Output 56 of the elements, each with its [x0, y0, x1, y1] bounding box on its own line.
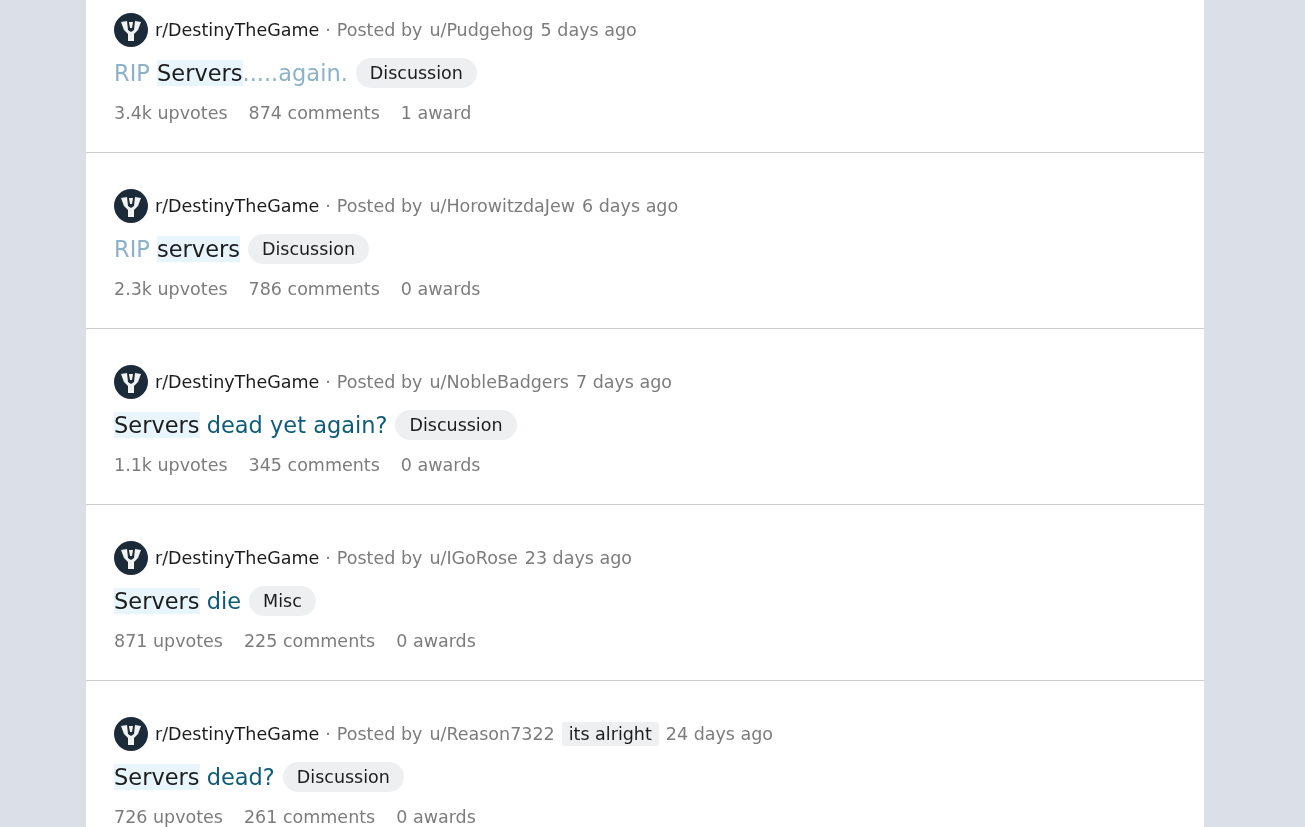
- separator-dot: ·: [325, 20, 331, 40]
- subreddit-icon[interactable]: [114, 189, 148, 223]
- posted-by-label: Posted by: [336, 548, 423, 568]
- upvote-count: 871 upvotes: [114, 631, 223, 651]
- subreddit-icon[interactable]: [114, 541, 148, 575]
- post-title[interactable]: Servers dead?: [114, 759, 275, 795]
- subreddit-link[interactable]: r/DestinyTheGame: [155, 724, 320, 744]
- post-time: 7 days ago: [575, 372, 673, 392]
- separator-dot: ·: [325, 724, 331, 744]
- award-count: 1 award: [400, 103, 472, 123]
- subreddit-link[interactable]: r/DestinyTheGame: [155, 196, 320, 216]
- upvote-count: 2.3k upvotes: [114, 279, 228, 299]
- comment-count: 345 comments: [248, 455, 380, 475]
- separator-dot: ·: [325, 372, 331, 392]
- subreddit-link[interactable]: r/DestinyTheGame: [155, 20, 320, 40]
- posted-by-label: Posted by: [336, 20, 423, 40]
- author-link[interactable]: u/IGoRose: [429, 548, 518, 568]
- separator-dot: ·: [325, 548, 331, 568]
- comment-count: 225 comments: [244, 631, 376, 651]
- post-flair: Discussion: [395, 410, 517, 440]
- comment-count: 874 comments: [248, 103, 380, 123]
- posted-by-label: Posted by: [336, 724, 423, 744]
- award-count: 0 awards: [396, 807, 476, 827]
- upvote-count: 1.1k upvotes: [114, 455, 228, 475]
- post-flair: Discussion: [247, 234, 370, 264]
- upvote-count: 3.4k upvotes: [114, 103, 228, 123]
- post-title[interactable]: Servers die: [114, 583, 242, 619]
- author-link[interactable]: u/Reason7322: [429, 724, 555, 744]
- posted-by-label: Posted by: [336, 372, 423, 392]
- comment-count: 261 comments: [244, 807, 376, 827]
- post-time: 6 days ago: [582, 196, 679, 216]
- subreddit-icon[interactable]: [114, 365, 148, 399]
- comment-count: 786 comments: [248, 279, 380, 299]
- post-time: 24 days ago: [665, 724, 774, 744]
- subreddit-link[interactable]: r/DestinyTheGame: [155, 372, 320, 392]
- award-count: 0 awards: [400, 279, 481, 299]
- post-title[interactable]: RIP servers: [114, 231, 240, 267]
- award-count: 0 awards: [400, 455, 481, 475]
- upvote-count: 726 upvotes: [114, 807, 223, 827]
- subreddit-icon[interactable]: [114, 13, 148, 47]
- user-flair: its alright: [561, 722, 659, 746]
- subreddit-link[interactable]: r/DestinyTheGame: [155, 548, 320, 568]
- separator-dot: ·: [325, 196, 331, 216]
- author-link[interactable]: u/NobleBadgers: [429, 372, 569, 392]
- post-time: 5 days ago: [540, 20, 637, 40]
- post-time: 23 days ago: [524, 548, 633, 568]
- post-flair: Misc: [249, 586, 316, 616]
- award-count: 0 awards: [396, 631, 476, 651]
- post-title[interactable]: Servers dead yet again?: [114, 407, 388, 443]
- post-title[interactable]: RIP Servers.....again.: [114, 55, 348, 91]
- author-link[interactable]: u/Pudgehog: [429, 20, 534, 40]
- author-link[interactable]: u/HorowitzdaJew: [429, 196, 576, 216]
- post-flair: Discussion: [355, 58, 477, 88]
- posted-by-label: Posted by: [336, 196, 423, 216]
- subreddit-icon[interactable]: [114, 717, 148, 751]
- post-flair: Discussion: [282, 762, 404, 792]
